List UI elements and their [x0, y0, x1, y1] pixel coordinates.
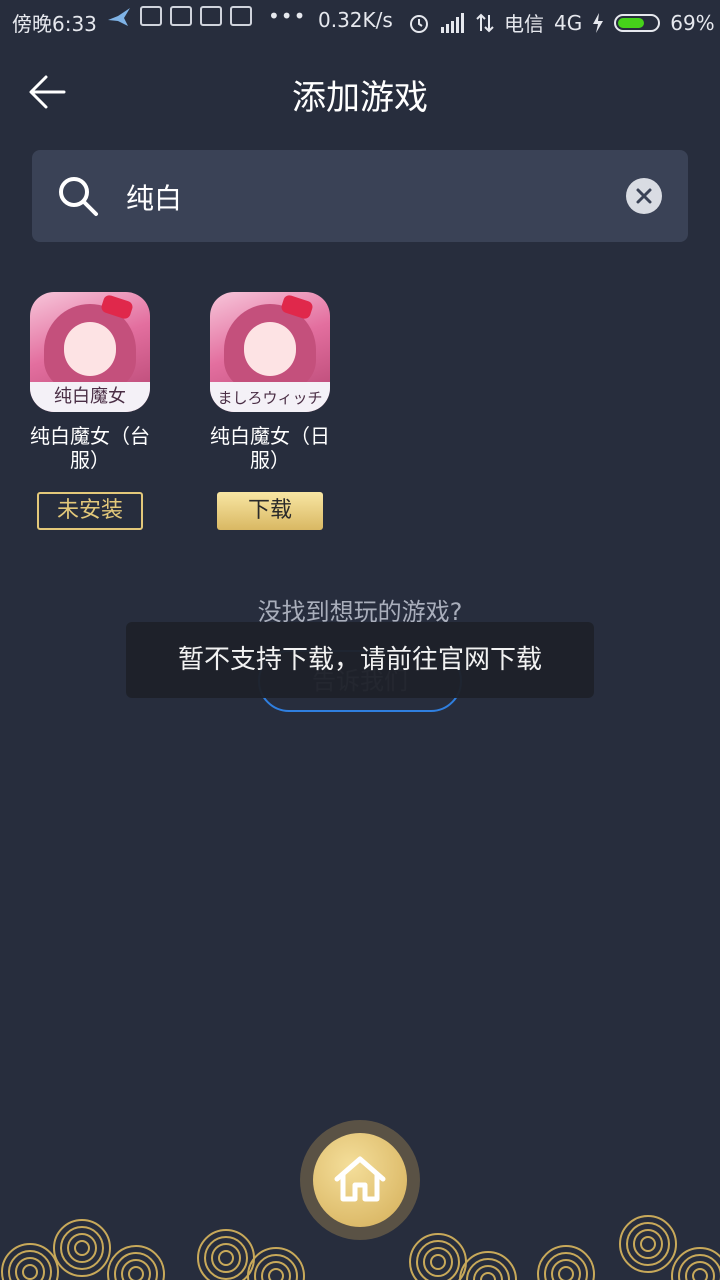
download-button[interactable]: 下载 — [217, 492, 323, 530]
wave-ring — [633, 1229, 663, 1259]
wave-ring — [692, 1268, 708, 1280]
wave-ring — [537, 1245, 595, 1280]
more-notifications: ••• — [268, 4, 307, 28]
charging-icon — [593, 12, 604, 33]
wave-ring — [430, 1254, 446, 1270]
app-icon — [230, 6, 252, 26]
alarm-icon — [410, 14, 428, 33]
game-icon-logo-text: 纯白魔女 — [54, 386, 126, 407]
wave-ring — [268, 1268, 284, 1280]
game-item[interactable]: 纯白魔女 纯白魔女（台服） — [20, 292, 160, 472]
network-speed: 0.32K/s — [318, 8, 393, 32]
artwork-face — [244, 322, 296, 376]
not-installed-button[interactable]: 未安装 — [37, 492, 143, 530]
data-transfer-icon — [476, 13, 494, 32]
artwork-face — [64, 322, 116, 376]
wave-ring — [67, 1233, 97, 1263]
wave-ring — [558, 1266, 574, 1280]
wave-ring — [423, 1247, 453, 1277]
battery-percent: 69% — [670, 10, 715, 35]
wave-ring — [480, 1272, 496, 1280]
carrier: 电信 — [504, 12, 544, 36]
status-time: 傍晚6:33 — [12, 12, 97, 36]
app-icon — [170, 6, 192, 26]
wave-ring — [685, 1261, 715, 1280]
game-icon[interactable]: 纯白魔女 — [30, 292, 150, 412]
wave-ring — [619, 1215, 677, 1273]
home-button-face — [313, 1133, 407, 1227]
home-icon — [334, 1156, 386, 1202]
network-type: 4G — [554, 10, 583, 35]
wave-ring — [466, 1258, 510, 1280]
game-icon-logo-text: ましろウィッチ — [217, 389, 323, 407]
wave-ring — [53, 1219, 111, 1277]
wave-ring — [22, 1264, 38, 1280]
game-name: 纯白魔女（台服） — [30, 424, 150, 472]
wave-ring — [128, 1266, 144, 1280]
wave-ring — [551, 1259, 581, 1280]
status-bar: 傍晚6:33 ••• 0.32K/s 电信 4G 69% — [0, 0, 720, 40]
toast-message: 暂不支持下载，请前往官网下载 — [126, 622, 594, 698]
wave-ring — [1, 1243, 59, 1280]
battery-icon — [614, 13, 661, 32]
game-icon[interactable]: ましろウィッチ — [210, 292, 330, 412]
signal-icon — [441, 12, 464, 33]
status-right: 电信 4G 69% — [408, 8, 715, 37]
app-icon — [140, 6, 162, 26]
page-title: 添加游戏 — [292, 78, 428, 118]
home-button[interactable] — [300, 1120, 420, 1240]
wave-ring — [247, 1247, 305, 1280]
clear-search-button[interactable] — [626, 178, 662, 214]
search-input[interactable] — [124, 172, 608, 222]
notification-icons — [106, 6, 252, 30]
wave-ring — [211, 1243, 241, 1273]
search-bar — [32, 150, 688, 242]
search-icon — [59, 177, 98, 216]
battery-level — [618, 17, 645, 28]
app-icon — [200, 6, 222, 26]
game-item[interactable]: ましろウィッチ 纯白魔女（日服） — [200, 292, 340, 472]
wave-ring — [218, 1250, 234, 1266]
wave-ring — [15, 1257, 45, 1280]
wave-ring — [74, 1240, 90, 1256]
wave-ring — [121, 1259, 151, 1280]
game-name: 纯白魔女（日服） — [210, 424, 330, 472]
close-icon — [636, 188, 652, 204]
header: 添加游戏 — [0, 50, 720, 132]
bird-icon — [108, 8, 130, 26]
wave-ring — [107, 1245, 165, 1280]
wave-ring — [261, 1261, 291, 1280]
wave-ring — [640, 1236, 656, 1252]
